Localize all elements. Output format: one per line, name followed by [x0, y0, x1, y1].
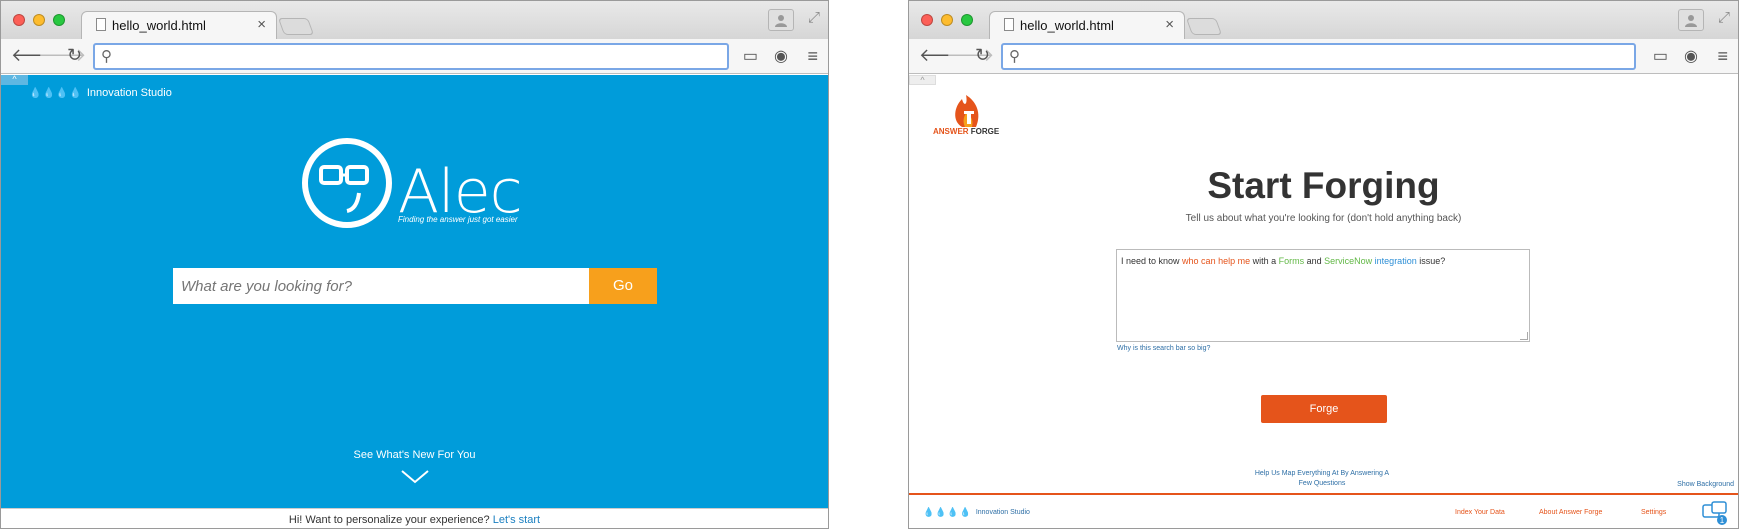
- extension-icon[interactable]: ◉: [774, 46, 788, 66]
- window-controls: [921, 14, 973, 26]
- collapse-toggle[interactable]: ^: [909, 75, 936, 85]
- chat-icon[interactable]: 1: [1702, 501, 1728, 527]
- address-bar[interactable]: ⚲: [93, 43, 729, 70]
- minimize-window-button[interactable]: [33, 14, 45, 26]
- tab-strip: hello_world.html × ⤢: [1, 1, 828, 39]
- tab-hello-world[interactable]: hello_world.html ×: [989, 11, 1185, 39]
- file-icon: [96, 18, 106, 31]
- page-content: ^ 💧💧💧💧 Innovation Studio Alec Finding th…: [1, 75, 828, 528]
- profile-icon[interactable]: [768, 9, 794, 31]
- close-icon[interactable]: ×: [257, 16, 266, 33]
- toolbar: 🡐 🡒 ↻ ⚲ ▭ ◉ ≡: [1, 39, 828, 74]
- close-window-button[interactable]: [13, 14, 25, 26]
- tab-title: hello_world.html: [112, 18, 206, 33]
- help-map-link[interactable]: Help Us Map Everything At By Answering A…: [1249, 469, 1395, 489]
- forge-button[interactable]: Forge: [1261, 395, 1387, 423]
- new-tab-button[interactable]: [277, 18, 315, 35]
- footer-brand-name: Innovation Studio: [975, 509, 1030, 516]
- tagline: Finding the answer just got easier: [398, 215, 518, 224]
- extension-icon[interactable]: ◉: [1684, 46, 1698, 66]
- minimize-window-button[interactable]: [941, 14, 953, 26]
- lets-start-link[interactable]: Let's start: [493, 514, 540, 526]
- new-tab-button[interactable]: [1185, 18, 1223, 35]
- resize-handle[interactable]: [1520, 332, 1528, 340]
- drops-icon: 💧💧💧💧: [29, 87, 83, 99]
- personalize-text: Hi! Want to personalize your experience?: [288, 514, 490, 526]
- query-text: with a: [1250, 256, 1279, 266]
- close-icon[interactable]: ×: [1165, 16, 1174, 33]
- browser-window-right: hello_world.html × ⤢ 🡐 🡒 ↻ ⚲ ▭ ◉ ≡ ^ ANS…: [908, 0, 1739, 529]
- zoom-window-button[interactable]: [961, 14, 973, 26]
- address-input[interactable]: [1027, 47, 1532, 66]
- anvil-flame-icon[interactable]: [934, 81, 1002, 129]
- index-data-link[interactable]: Index Your Data: [1455, 509, 1505, 516]
- toolbar: 🡐 🡒 ↻ ⚲ ▭ ◉ ≡: [909, 39, 1738, 74]
- fullscreen-icon[interactable]: ⤢: [808, 9, 820, 26]
- address-bar[interactable]: ⚲: [1001, 43, 1636, 70]
- page-subtitle: Tell us about what you're looking for (d…: [1185, 213, 1462, 224]
- page-title: Start Forging: [1207, 165, 1440, 206]
- menu-icon[interactable]: ≡: [807, 46, 818, 67]
- show-background-link[interactable]: Show Background: [1677, 481, 1734, 488]
- page-content: ^ ANSWER FORGE Start Forging Tell us abo…: [909, 75, 1738, 528]
- cast-icon[interactable]: ▭: [743, 46, 758, 66]
- why-big-link[interactable]: Why is this search bar so big?: [1117, 345, 1210, 352]
- wordmark-forge: FORGE: [970, 127, 1000, 136]
- tab-title: hello_world.html: [1020, 18, 1114, 33]
- go-button[interactable]: Go: [589, 268, 657, 304]
- query-highlight-forms: Forms: [1278, 256, 1305, 266]
- brand-logo[interactable]: 💧💧💧💧 Innovation Studio: [29, 87, 172, 99]
- search-input[interactable]: [173, 268, 589, 304]
- wordmark-answer: ANSWER: [933, 127, 969, 136]
- chevron-down-icon[interactable]: [401, 470, 429, 484]
- search-icon: ⚲: [101, 48, 112, 65]
- profile-icon[interactable]: [1678, 9, 1704, 31]
- fullscreen-icon[interactable]: ⤢: [1718, 9, 1730, 26]
- settings-link[interactable]: Settings: [1641, 509, 1666, 516]
- query-highlight-servicenow: ServiceNow: [1324, 256, 1373, 266]
- zoom-window-button[interactable]: [53, 14, 65, 26]
- query-highlight-who: who can help me: [1182, 256, 1251, 266]
- whats-new-link[interactable]: See What's New For You: [1, 449, 828, 461]
- close-window-button[interactable]: [921, 14, 933, 26]
- reload-icon[interactable]: ↻: [67, 45, 82, 66]
- drops-icon: 💧💧💧💧: [923, 507, 972, 517]
- tab-hello-world[interactable]: hello_world.html ×: [81, 11, 277, 39]
- query-highlight-integration: integration: [1374, 256, 1417, 266]
- address-input[interactable]: [119, 47, 625, 66]
- menu-icon[interactable]: ≡: [1717, 46, 1728, 67]
- forge-wordmark: ANSWER FORGE: [933, 127, 999, 136]
- collapse-toggle[interactable]: ^: [1, 75, 28, 85]
- footer-brand[interactable]: 💧💧💧💧 Innovation Studio: [923, 507, 1030, 518]
- browser-window-left: hello_world.html × ⤢ 🡐 🡒 ↻ ⚲ ▭ ◉ ≡ ^ 💧💧💧…: [0, 0, 829, 529]
- alec-face-icon: [302, 138, 392, 228]
- tab-strip: hello_world.html × ⤢: [909, 1, 1738, 39]
- about-link[interactable]: About Answer Forge: [1539, 509, 1602, 516]
- brand-name: Innovation Studio: [86, 87, 172, 99]
- search-icon: ⚲: [1009, 48, 1020, 65]
- query-text: issue?: [1416, 256, 1446, 266]
- query-text: and: [1304, 256, 1325, 266]
- chat-badge: 1: [1720, 516, 1725, 525]
- file-icon: [1004, 18, 1014, 31]
- reload-icon[interactable]: ↻: [975, 45, 990, 66]
- footer: 💧💧💧💧 Innovation Studio Index Your Data A…: [909, 493, 1738, 528]
- cast-icon[interactable]: ▭: [1653, 46, 1668, 66]
- query-textarea[interactable]: I need to know who can help me with a Fo…: [1116, 249, 1530, 342]
- personalize-bar: Hi! Want to personalize your experience?…: [1, 508, 828, 528]
- window-controls: [13, 14, 65, 26]
- query-text: I need to know: [1121, 256, 1183, 266]
